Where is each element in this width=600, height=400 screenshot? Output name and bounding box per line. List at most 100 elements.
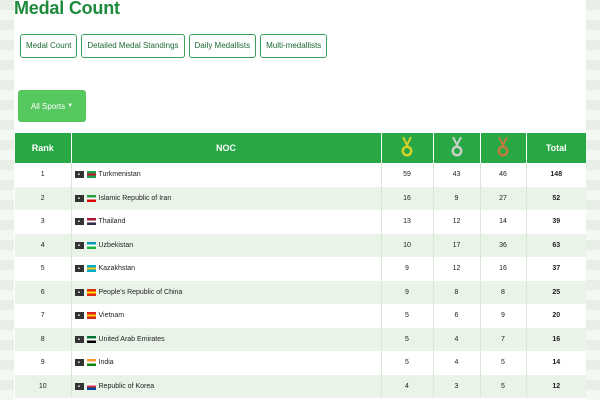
noc-code-icon: ■ [74,265,84,273]
noc-cell: ■ India [71,351,382,375]
tab-detailed-medal-standings[interactable]: Detailed Medal Standings [81,34,185,58]
flag-icon [86,335,96,343]
silver-count-cell: 4 [433,351,481,375]
rank-cell: 6 [15,280,72,304]
total-count-cell: 52 [526,186,586,210]
table-row: 5 ■ Kazakhstan 9 12 16 37 [15,257,586,281]
noc-cell: ■ Kazakhstan [71,257,382,281]
country-name-link[interactable]: Republic of Korea [99,383,155,390]
medal-table: Rank NOC Total 1 ■ Turkmenistan 59 43 46… [15,133,586,398]
tab-multi-medallists[interactable]: Multi-medallists [260,34,328,58]
gold-count-cell: 10 [381,233,434,257]
bronze-count-cell: 27 [480,186,527,210]
noc-code-icon: ■ [74,312,84,320]
noc-cell: ■ Islamic Republic of Iran [71,186,382,210]
rank-cell: 1 [15,163,72,187]
bronze-count-cell: 14 [480,210,527,234]
total-count-cell: 20 [552,312,561,320]
noc-cell: ■ People's Republic of China [71,280,382,304]
silver-count-cell: 9 [433,186,481,210]
country-name-link[interactable]: People's Republic of China [99,289,183,296]
country-name-link[interactable]: Uzbekistan [99,242,134,249]
noc-code-icon: ■ [74,218,84,226]
silver-count-cell: 43 [433,163,481,187]
total-count-cell: 148 [550,171,563,179]
tab-medal-count[interactable]: Medal Count [20,34,78,58]
bronze-count-cell: 7 [480,327,527,351]
rank-cell: 3 [15,210,72,234]
gold-count-cell: 9 [381,257,434,281]
table-row: 4 ■ Uzbekistan 10 17 36 63 [15,233,586,257]
noc-code-icon: ■ [74,359,84,367]
country-name-link[interactable]: India [99,359,114,366]
rank-cell: 7 [15,304,72,328]
gold-count-cell: 5 [381,351,434,375]
country-name-link[interactable]: United Arab Emirates [99,336,165,343]
table-row: 9 ■ India 5 4 5 14 [15,351,586,375]
total-count-cell: 14 [552,359,561,367]
noc-code-icon: ■ [74,171,84,179]
noc-code-icon: ■ [74,382,84,390]
gold-count-cell: 4 [381,374,434,398]
noc-cell: ■ Uzbekistan [71,233,382,257]
total-count-cell: 63 [526,233,586,257]
gold-medal-icon [401,137,413,157]
tab-daily-medallists[interactable]: Daily Medallists [188,34,257,58]
flag-icon [86,359,96,367]
flag-icon [86,312,96,320]
rank-cell: 8 [15,327,72,351]
noc-code-icon: ■ [74,241,84,249]
table-row: 6 ■ People's Republic of China 9 8 8 25 [15,280,586,304]
table-header-row: Rank NOC Total [15,133,586,163]
total-count-cell: 39 [552,218,561,226]
decorative-pattern-right [586,0,600,400]
table-row: 1 ■ Turkmenistan 59 43 46 148 [15,163,586,187]
silver-count-cell: 4 [433,327,481,351]
tab-bar: Medal Count Detailed Medal Standings Dai… [20,34,328,58]
total-column-header[interactable]: Total [526,133,586,163]
table-row: 8 ■ United Arab Emirates 5 4 7 16 [15,327,586,351]
gold-count-cell: 16 [381,186,434,210]
bronze-count-cell: 36 [480,233,527,257]
gold-column-header[interactable] [381,133,434,163]
total-count-cell: 37 [552,265,561,273]
noc-cell: ■ Thailand [71,210,382,234]
rank-column-header[interactable]: Rank [15,133,72,163]
country-name-link[interactable]: Vietnam [99,312,125,319]
table-row: 3 ■ Thailand 13 12 14 39 [15,210,586,234]
bronze-count-cell: 5 [480,351,527,375]
gold-count-cell: 5 [381,327,434,351]
noc-code-icon: ■ [74,335,84,343]
gold-count-cell: 5 [381,304,434,328]
decorative-pattern-left [0,0,14,400]
noc-cell: ■ Vietnam [71,304,382,328]
noc-code-icon: ■ [74,194,84,202]
bronze-count-cell: 46 [480,163,527,187]
country-name-link[interactable]: Islamic Republic of Iran [99,195,172,202]
flag-icon [86,288,96,296]
rank-cell: 2 [15,186,72,210]
bronze-medal-icon [497,137,509,157]
flag-icon [86,265,96,273]
rank-cell: 4 [15,233,72,257]
silver-medal-icon [451,137,462,157]
sport-filter-dropdown[interactable]: All Sports ▼ [18,90,86,122]
gold-count-cell: 9 [381,280,434,304]
silver-count-cell: 12 [433,257,481,281]
noc-column-header[interactable]: NOC [71,133,382,163]
noc-cell: ■ Republic of Korea [71,374,382,398]
bronze-count-cell: 5 [480,374,527,398]
country-name-link[interactable]: Turkmenistan [99,171,141,178]
page-title: Medal Count [14,0,120,18]
silver-count-cell: 17 [433,233,481,257]
rank-cell: 9 [15,351,72,375]
bronze-column-header[interactable] [480,133,527,163]
noc-cell: ■ Turkmenistan [71,163,382,187]
country-name-link[interactable]: Kazakhstan [99,265,136,272]
caret-down-icon: ▼ [67,103,74,109]
total-count-cell: 25 [526,280,586,304]
flag-icon [86,218,96,226]
country-name-link[interactable]: Thailand [99,218,126,225]
noc-cell: ■ United Arab Emirates [71,327,382,351]
silver-column-header[interactable] [433,133,481,163]
